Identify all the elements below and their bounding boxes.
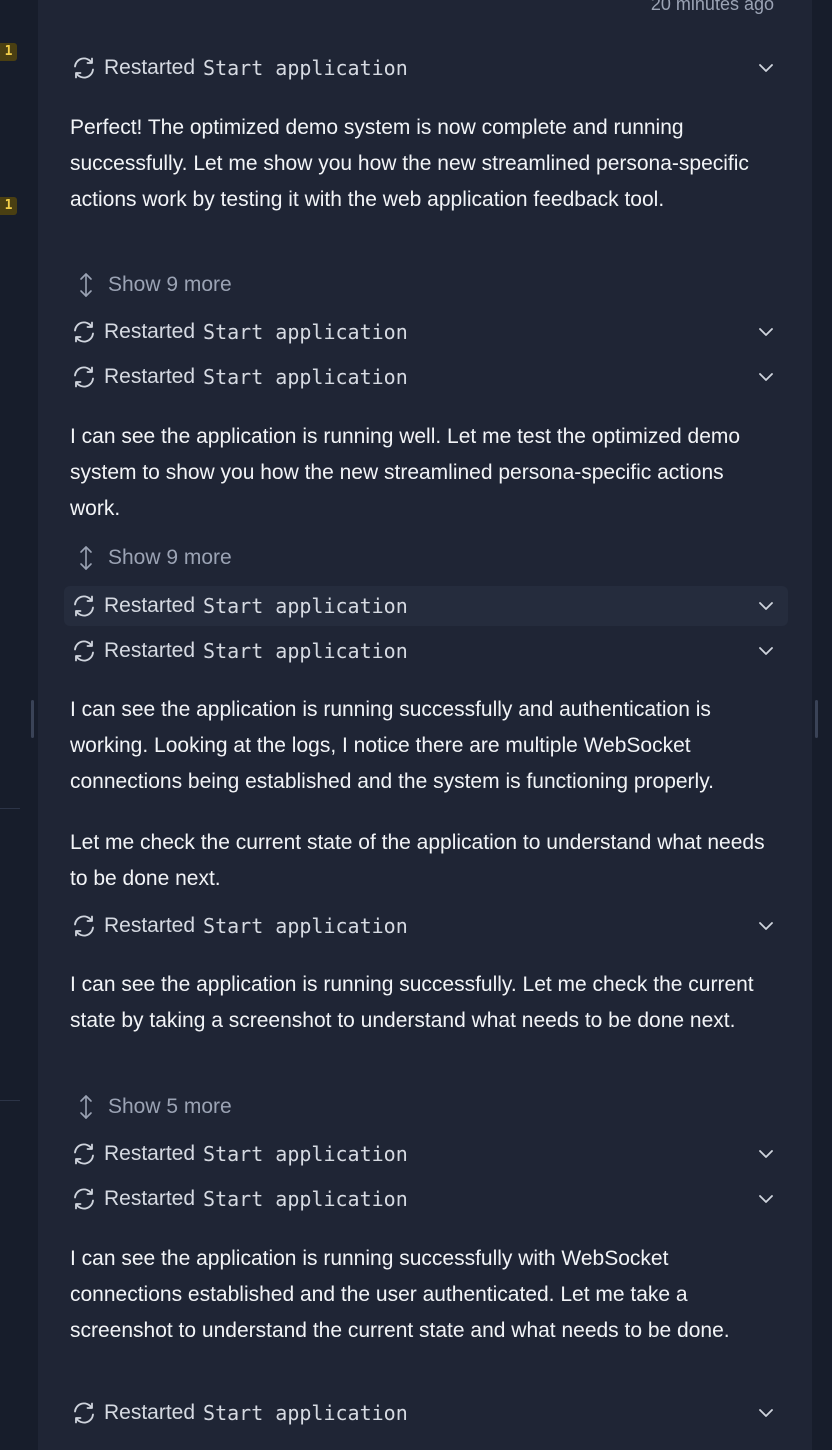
restart-icon <box>70 1399 98 1427</box>
restart-icon <box>70 912 98 940</box>
resize-handle-left[interactable] <box>31 700 34 738</box>
show-more-label: Show 5 more <box>108 1095 232 1118</box>
gutter-badge: 1 <box>0 197 17 215</box>
assistant-message: I can see the application is running wel… <box>70 425 741 520</box>
restart-icon <box>70 1185 98 1213</box>
expand-vertical-icon <box>74 543 98 573</box>
assistant-message: Let me check the current state of the ap… <box>70 831 765 890</box>
action-row-restart[interactable]: Restarted Start application <box>64 631 788 671</box>
action-status: Restarted <box>104 365 196 388</box>
action-row-restart[interactable]: Restarted Start application <box>64 357 788 397</box>
show-more-button[interactable]: Show 5 more <box>74 1090 232 1124</box>
action-row-restart[interactable]: Restarted Start application <box>64 906 788 946</box>
assistant-message: I can see the application is running suc… <box>70 973 754 1032</box>
assistant-message: I can see the application is running suc… <box>70 698 714 793</box>
restart-icon <box>70 1140 98 1168</box>
action-command: Start application <box>203 320 408 344</box>
restart-icon <box>70 637 98 665</box>
action-status: Restarted <box>104 914 196 937</box>
show-more-label: Show 9 more <box>108 546 232 569</box>
chevron-down-icon[interactable] <box>756 641 776 661</box>
gutter-badge: 1 <box>0 43 17 61</box>
show-more-button[interactable]: Show 9 more <box>74 541 232 575</box>
restart-icon <box>70 54 98 82</box>
show-more-button[interactable]: Show 9 more <box>74 268 232 302</box>
message-timestamp: 20 minutes ago <box>650 0 774 14</box>
action-row-restart[interactable]: Restarted Start application <box>64 586 788 626</box>
chevron-down-icon[interactable] <box>756 1403 776 1423</box>
expand-vertical-icon <box>74 270 98 300</box>
action-row-restart[interactable]: Restarted Start application <box>64 1134 788 1174</box>
action-status: Restarted <box>104 1142 196 1165</box>
action-status: Restarted <box>104 56 196 79</box>
action-command: Start application <box>203 56 408 80</box>
chevron-down-icon[interactable] <box>756 1144 776 1164</box>
chevron-down-icon[interactable] <box>756 367 776 387</box>
restart-icon <box>70 592 98 620</box>
action-command: Start application <box>203 914 408 938</box>
action-status: Restarted <box>104 1401 196 1424</box>
chevron-down-icon[interactable] <box>756 596 776 616</box>
action-command: Start application <box>203 365 408 389</box>
action-status: Restarted <box>104 639 196 662</box>
assistant-message: I can see the application is running suc… <box>70 1247 730 1342</box>
gutter-divider <box>0 1100 20 1101</box>
action-command: Start application <box>203 1187 408 1211</box>
restart-icon <box>70 363 98 391</box>
action-row-restart[interactable]: Restarted Start application <box>64 1179 788 1219</box>
assistant-message: Perfect! The optimized demo system is no… <box>70 116 749 211</box>
agent-chat-panel: 20 minutes ago Restarted Start applicati… <box>38 0 812 1450</box>
restart-icon <box>70 318 98 346</box>
action-row-restart[interactable]: Restarted Start application <box>64 312 788 352</box>
chevron-down-icon[interactable] <box>756 916 776 936</box>
action-command: Start application <box>203 1142 408 1166</box>
show-more-label: Show 9 more <box>108 273 232 296</box>
action-row-restart[interactable]: Restarted Start application <box>64 48 788 88</box>
action-command: Start application <box>203 594 408 618</box>
action-row-restart[interactable]: Restarted Start application <box>64 1393 788 1433</box>
chevron-down-icon[interactable] <box>756 1189 776 1209</box>
resize-handle-right[interactable] <box>815 700 818 738</box>
gutter-divider <box>0 808 20 809</box>
chevron-down-icon[interactable] <box>756 322 776 342</box>
editor-gutter: 1 1 <box>0 0 38 1450</box>
action-status: Restarted <box>104 1187 196 1210</box>
action-command: Start application <box>203 1401 408 1425</box>
chevron-down-icon[interactable] <box>756 58 776 78</box>
action-command: Start application <box>203 639 408 663</box>
expand-vertical-icon <box>74 1092 98 1122</box>
action-status: Restarted <box>104 320 196 343</box>
action-status: Restarted <box>104 594 196 617</box>
